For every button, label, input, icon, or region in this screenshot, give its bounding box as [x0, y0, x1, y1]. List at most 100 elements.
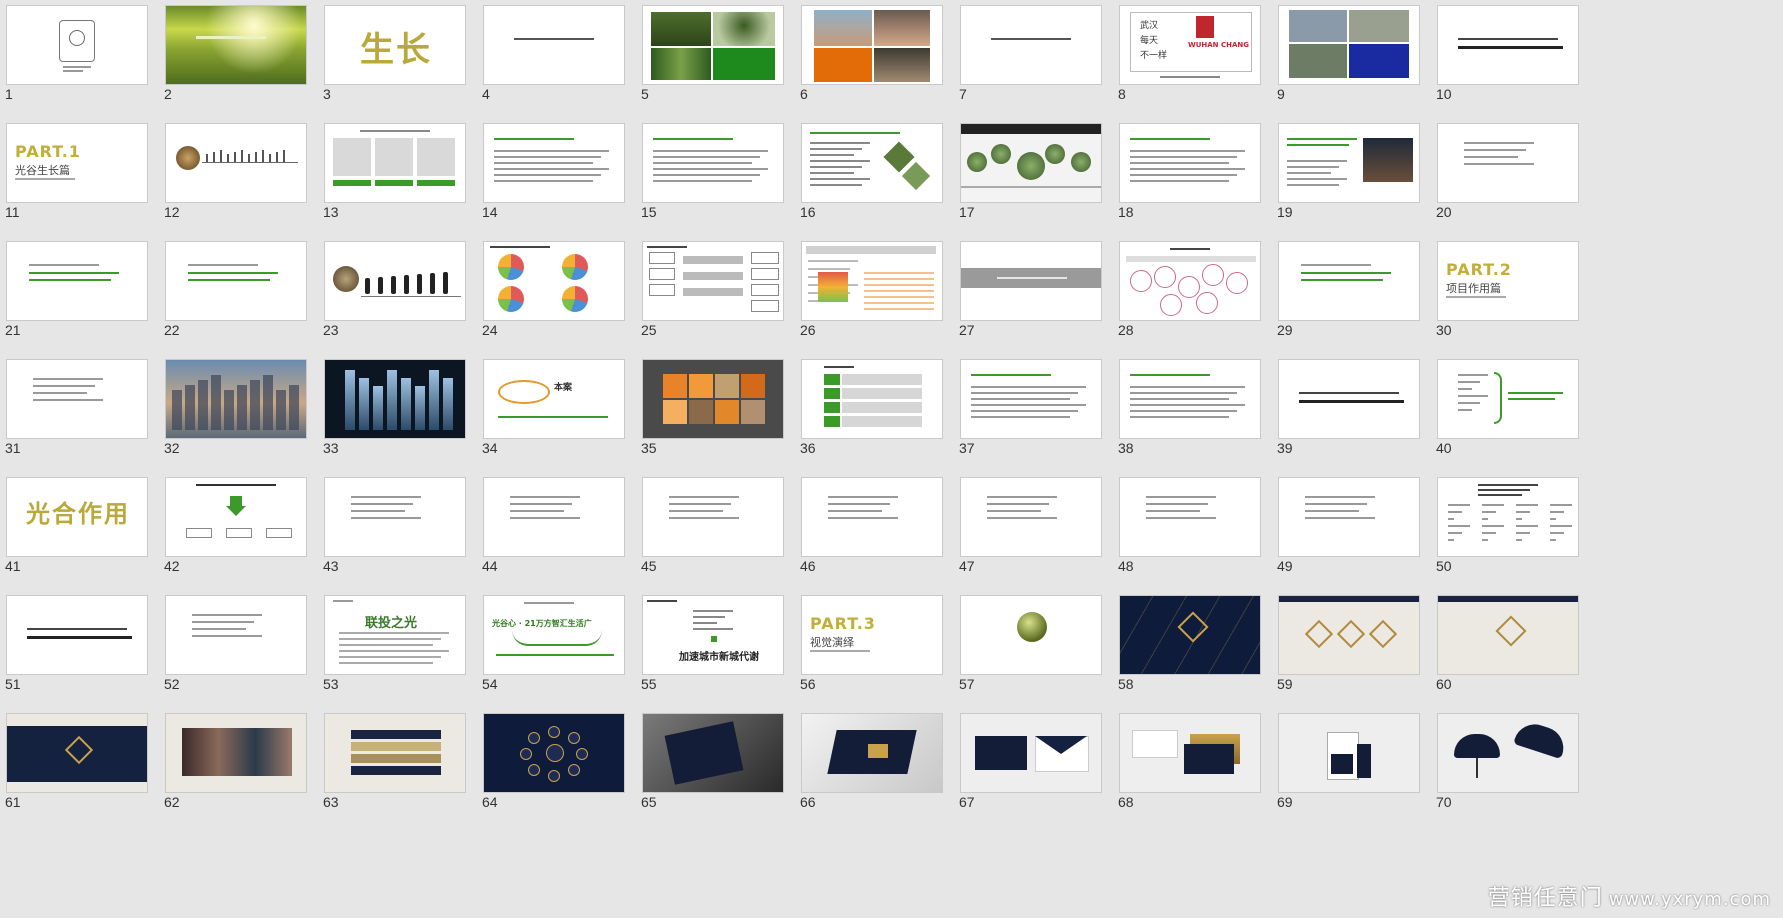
slide-thumbnail-item[interactable]: 21 — [0, 236, 160, 338]
slide-thumbnail[interactable] — [6, 5, 148, 85]
slide-thumbnail[interactable] — [483, 713, 625, 793]
slide-thumbnail[interactable] — [165, 595, 307, 675]
slide-thumbnail-item[interactable]: 58 — [1113, 590, 1273, 692]
slide-thumbnail-item[interactable]: 33 — [318, 354, 478, 456]
slide-thumbnail[interactable] — [6, 713, 148, 793]
slide-thumbnail[interactable] — [801, 359, 943, 439]
slide-thumbnail[interactable] — [324, 359, 466, 439]
slide-thumbnail[interactable] — [483, 5, 625, 85]
slide-thumbnail-item[interactable]: 17 — [954, 118, 1114, 220]
slide-thumbnail[interactable] — [801, 713, 943, 793]
slide-thumbnail-item[interactable]: 70 — [1431, 708, 1591, 810]
slide-thumbnail-item[interactable]: 27 — [954, 236, 1114, 338]
slide-thumbnail-item[interactable]: 1 — [0, 0, 160, 102]
slide-thumbnail-item[interactable]: 42 — [159, 472, 319, 574]
slide-thumbnail[interactable] — [801, 241, 943, 321]
slide-thumbnail-item[interactable]: 59 — [1272, 590, 1432, 692]
slide-thumbnail[interactable] — [642, 477, 784, 557]
slide-thumbnail-item[interactable]: 生长 3 — [318, 0, 478, 102]
slide-thumbnail[interactable] — [1119, 241, 1261, 321]
slide-thumbnail[interactable] — [1437, 477, 1579, 557]
slide-thumbnail[interactable] — [960, 477, 1102, 557]
slide-thumbnail[interactable] — [642, 359, 784, 439]
slide-thumbnail-item[interactable]: 29 — [1272, 236, 1432, 338]
slide-thumbnail-item[interactable]: 武汉 每天 不一样 WUHAN CHANG 8 — [1113, 0, 1273, 102]
slide-thumbnail[interactable] — [1437, 359, 1579, 439]
slide-thumbnail-item[interactable]: 9 — [1272, 0, 1432, 102]
slide-thumbnail[interactable] — [165, 713, 307, 793]
slide-thumbnail[interactable] — [6, 595, 148, 675]
slide-thumbnail-item[interactable]: 39 — [1272, 354, 1432, 456]
slide-thumbnail-item[interactable]: 本案 34 — [477, 354, 637, 456]
slide-thumbnail-item[interactable]: PART.3 视觉演绎 56 — [795, 590, 955, 692]
slide-thumbnail-item[interactable]: 光谷心 · 21万方智汇生活广 54 — [477, 590, 637, 692]
slide-thumbnail-item[interactable]: 50 — [1431, 472, 1591, 574]
slide-thumbnail[interactable] — [1278, 595, 1420, 675]
slide-thumbnail[interactable]: 光谷心 · 21万方智汇生活广 — [483, 595, 625, 675]
slide-thumbnail[interactable]: 联投之光 — [324, 595, 466, 675]
slide-thumbnail-item[interactable]: 23 — [318, 236, 478, 338]
slide-thumbnail-item[interactable]: 44 — [477, 472, 637, 574]
slide-thumbnail-item[interactable]: 16 — [795, 118, 955, 220]
slide-thumbnail[interactable] — [1119, 477, 1261, 557]
slide-thumbnail[interactable]: 光合作用 — [6, 477, 148, 557]
slide-thumbnail-item[interactable]: 20 — [1431, 118, 1591, 220]
slide-thumbnail-item[interactable]: 62 — [159, 708, 319, 810]
slide-thumbnail[interactable] — [801, 123, 943, 203]
slide-thumbnail[interactable] — [6, 359, 148, 439]
slide-thumbnail-item[interactable]: 联投之光 53 — [318, 590, 478, 692]
slide-thumbnail[interactable] — [165, 359, 307, 439]
slide-thumbnail[interactable] — [483, 241, 625, 321]
slide-thumbnail[interactable] — [960, 241, 1102, 321]
slide-thumbnail[interactable] — [1437, 595, 1579, 675]
slide-thumbnail[interactable]: PART.1 光谷生长篇 — [6, 123, 148, 203]
slide-thumbnail-item[interactable]: 63 — [318, 708, 478, 810]
slide-thumbnail-item[interactable]: 45 — [636, 472, 796, 574]
slide-thumbnail-item[interactable]: 66 — [795, 708, 955, 810]
slide-thumbnail[interactable]: 本案 — [483, 359, 625, 439]
slide-thumbnail-item[interactable]: 57 — [954, 590, 1114, 692]
slide-thumbnail-item[interactable]: 49 — [1272, 472, 1432, 574]
slide-thumbnail-item[interactable]: 14 — [477, 118, 637, 220]
slide-thumbnail[interactable] — [1437, 5, 1579, 85]
slide-thumbnail[interactable] — [165, 241, 307, 321]
slide-thumbnail-item[interactable]: 28 — [1113, 236, 1273, 338]
slide-thumbnail-item[interactable]: 2 — [159, 0, 319, 102]
slide-thumbnail-item[interactable]: PART.2 项目作用篇 30 — [1431, 236, 1591, 338]
slide-thumbnail-item[interactable]: 35 — [636, 354, 796, 456]
slide-thumbnail-item[interactable]: 12 — [159, 118, 319, 220]
slide-thumbnail-item[interactable]: 32 — [159, 354, 319, 456]
slide-thumbnail-item[interactable]: 37 — [954, 354, 1114, 456]
slide-thumbnail[interactable]: 加速城市新城代谢 — [642, 595, 784, 675]
slide-thumbnail-item[interactable]: 38 — [1113, 354, 1273, 456]
slide-thumbnail-item[interactable]: 60 — [1431, 590, 1591, 692]
slide-thumbnail-item[interactable]: 24 — [477, 236, 637, 338]
slide-thumbnail-item[interactable]: 6 — [795, 0, 955, 102]
slide-thumbnail[interactable] — [1278, 123, 1420, 203]
slide-thumbnail[interactable]: PART.2 项目作用篇 — [1437, 241, 1579, 321]
slide-thumbnail-item[interactable]: 40 — [1431, 354, 1591, 456]
slide-thumbnail-item[interactable]: 36 — [795, 354, 955, 456]
slide-thumbnail[interactable] — [483, 477, 625, 557]
slide-thumbnail[interactable] — [165, 5, 307, 85]
slide-thumbnail[interactable] — [324, 123, 466, 203]
slide-thumbnail[interactable]: 武汉 每天 不一样 WUHAN CHANG — [1119, 5, 1261, 85]
slide-thumbnail[interactable] — [1278, 359, 1420, 439]
slide-thumbnail[interactable] — [960, 359, 1102, 439]
slide-thumbnail-item[interactable]: 25 — [636, 236, 796, 338]
slide-thumbnail[interactable] — [324, 713, 466, 793]
slide-thumbnail[interactable] — [324, 241, 466, 321]
slide-thumbnail-item[interactable]: 48 — [1113, 472, 1273, 574]
slide-thumbnail-item[interactable]: 加速城市新城代谢 55 — [636, 590, 796, 692]
slide-thumbnail[interactable] — [960, 5, 1102, 85]
slide-thumbnail-item[interactable]: PART.1 光谷生长篇 11 — [0, 118, 160, 220]
slide-thumbnail[interactable] — [801, 5, 943, 85]
slide-thumbnail-item[interactable]: 64 — [477, 708, 637, 810]
slide-thumbnail[interactable]: 生长 — [324, 5, 466, 85]
slide-thumbnail[interactable] — [165, 477, 307, 557]
slide-thumbnail-item[interactable]: 65 — [636, 708, 796, 810]
slide-thumbnail-item[interactable]: 43 — [318, 472, 478, 574]
slide-thumbnail-item[interactable]: 46 — [795, 472, 955, 574]
slide-thumbnail[interactable] — [960, 595, 1102, 675]
slide-thumbnail-item[interactable]: 15 — [636, 118, 796, 220]
